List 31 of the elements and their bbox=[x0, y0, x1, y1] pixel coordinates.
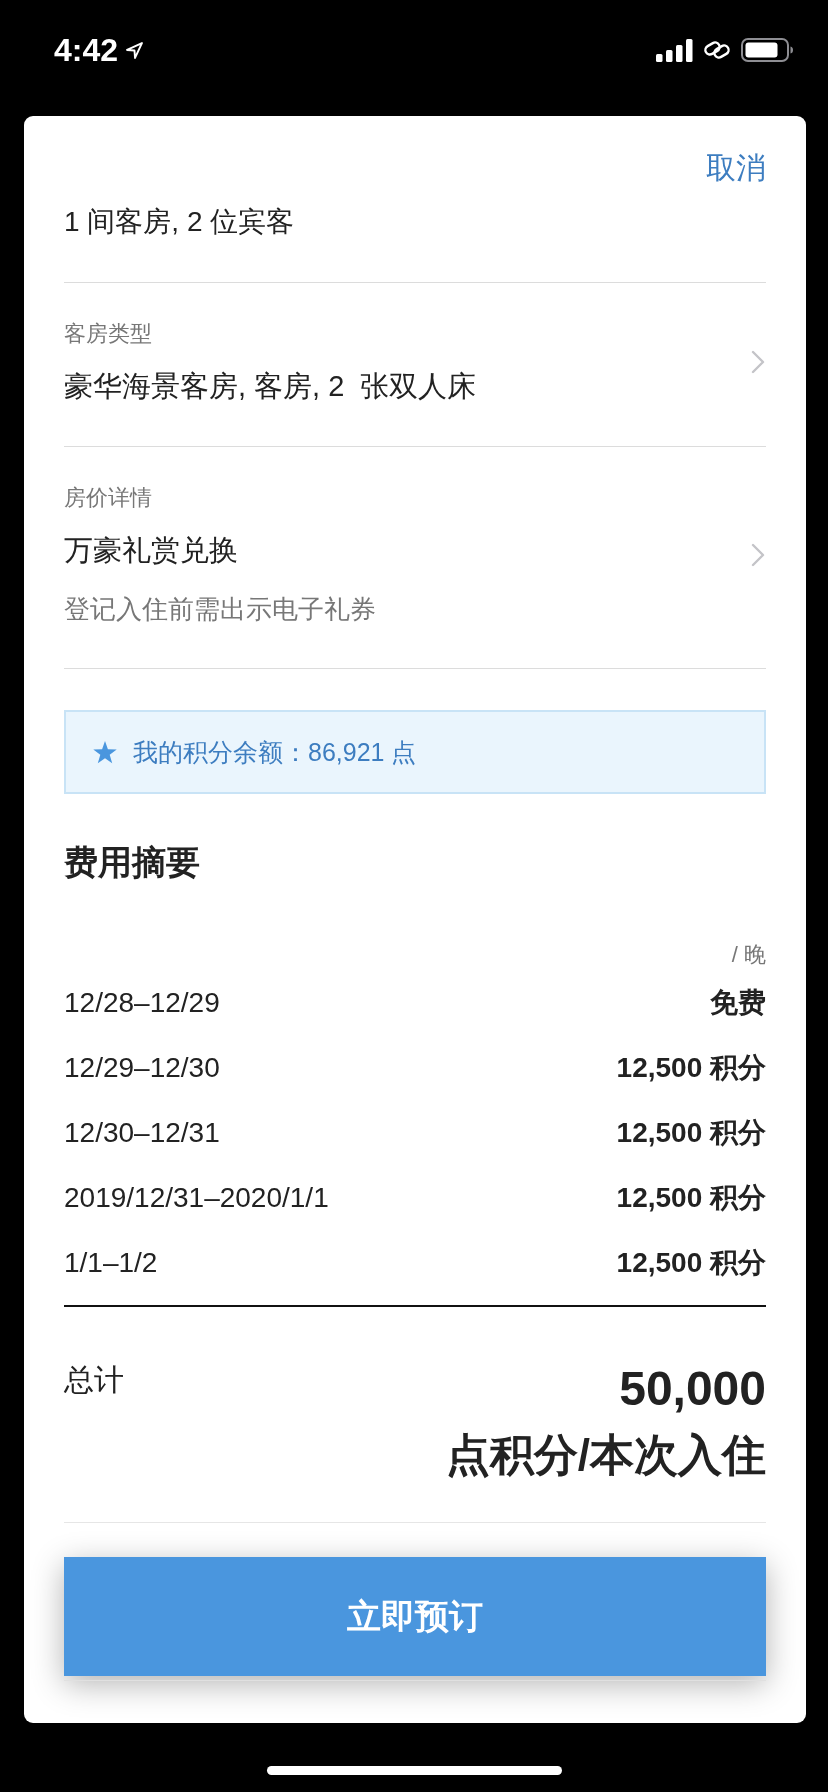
per-night-label: / 晚 bbox=[730, 941, 766, 969]
detail-label: 客房类型 bbox=[64, 320, 153, 348]
night-dates: 12/30–12/31 bbox=[64, 1115, 220, 1150]
star-icon bbox=[93, 740, 117, 764]
total-label: 总计 bbox=[64, 1362, 124, 1398]
detail-value[interactable]: 豪华海景客房, 客房, 2 张双人床 bbox=[64, 368, 477, 404]
chain-link-icon bbox=[703, 39, 731, 61]
detail-note: 登记入住前需出示电子礼券 bbox=[64, 593, 376, 626]
cancel-button[interactable]: 取消 bbox=[706, 150, 766, 186]
cost-summary-title: 费用摘要 bbox=[64, 842, 201, 883]
night-dates: 1/1–1/2 bbox=[64, 1245, 158, 1280]
night-price: 12,500 积分 bbox=[616, 1050, 766, 1085]
night-price: 12,500 积分 bbox=[616, 1115, 766, 1150]
night-dates: 12/29–12/30 bbox=[64, 1050, 220, 1085]
total-unit: 点积分/本次入住 bbox=[445, 1429, 766, 1481]
chevron-right-icon[interactable] bbox=[751, 542, 765, 567]
detail-value[interactable]: 万豪礼赏兑换 bbox=[64, 532, 376, 568]
night-dates: 12/28–12/29 bbox=[64, 985, 220, 1020]
night-price: 免费 bbox=[710, 985, 766, 1020]
detail-label: 房价详情 bbox=[64, 484, 153, 512]
status-time: 4:42 bbox=[54, 31, 119, 69]
night-dates: 2019/12/31–2020/1/1 bbox=[64, 1180, 329, 1215]
total-amount: 50,000 bbox=[619, 1361, 766, 1417]
signal-icon bbox=[656, 38, 693, 62]
night-price: 12,500 积分 bbox=[616, 1180, 766, 1215]
battery-icon bbox=[741, 38, 793, 62]
stay-summary: 1 间客房, 2 位宾客 bbox=[64, 205, 296, 239]
location-arrow-icon bbox=[126, 41, 144, 59]
night-price: 12,500 积分 bbox=[616, 1245, 766, 1280]
points-balance-text: 我的积分余额：86,921 点 bbox=[133, 737, 417, 768]
chevron-right-icon[interactable] bbox=[751, 349, 765, 374]
